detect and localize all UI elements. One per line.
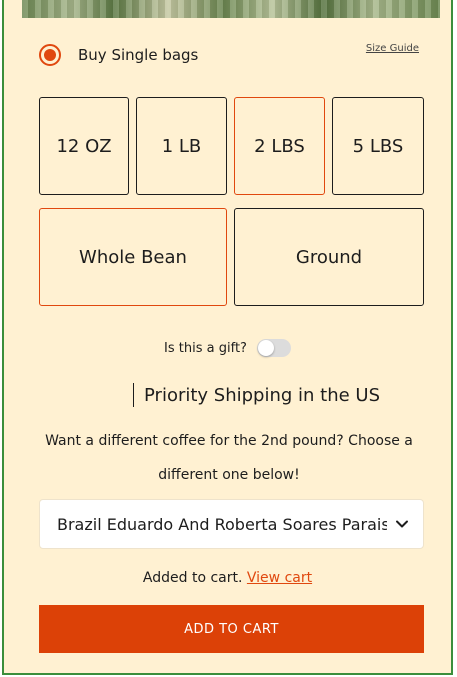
cart-status-text: Added to cart. (142, 570, 243, 586)
second-pound-message: Want a different coffee for the 2nd poun… (45, 433, 413, 483)
shipping-info: Priority Shipping in the US (133, 382, 380, 408)
size-option-5lbs[interactable]: 5 LBS (332, 97, 424, 195)
purchase-type-option[interactable]: Buy Single bags (39, 41, 198, 69)
radio-button[interactable] (39, 44, 61, 66)
view-cart-link[interactable]: View cart (247, 570, 312, 586)
grind-option-whole-bean[interactable]: Whole Bean (39, 208, 227, 306)
cart-status: Added to cart. View cart (4, 570, 451, 586)
radio-selected-dot (44, 49, 56, 61)
gift-toggle[interactable] (256, 339, 291, 357)
purchase-type-label: Buy Single bags (78, 46, 199, 64)
product-image (22, 0, 440, 18)
grind-option-ground[interactable]: Ground (234, 208, 424, 306)
product-options-panel: Buy Single bags Size Guide 12 OZ 1 LB 2 … (2, 0, 453, 675)
chevron-down-icon (396, 520, 408, 528)
size-option-12oz[interactable]: 12 OZ (39, 97, 129, 195)
size-option-2lbs[interactable]: 2 LBS (234, 97, 325, 195)
gift-row: Is this a gift? (4, 339, 451, 357)
toggle-knob (257, 340, 274, 356)
shipping-divider (133, 383, 134, 407)
coffee-select-value: Brazil Eduardo And Roberta Soares Parais… (57, 514, 387, 534)
size-guide-link[interactable]: Size Guide (366, 43, 419, 54)
shipping-label: Priority Shipping in the US (144, 384, 381, 406)
coffee-select[interactable]: Brazil Eduardo And Roberta Soares Parais… (39, 499, 424, 549)
gift-label: Is this a gift? (164, 340, 247, 356)
add-to-cart-button[interactable]: ADD TO CART (39, 605, 424, 653)
size-option-1lb[interactable]: 1 LB (136, 97, 227, 195)
